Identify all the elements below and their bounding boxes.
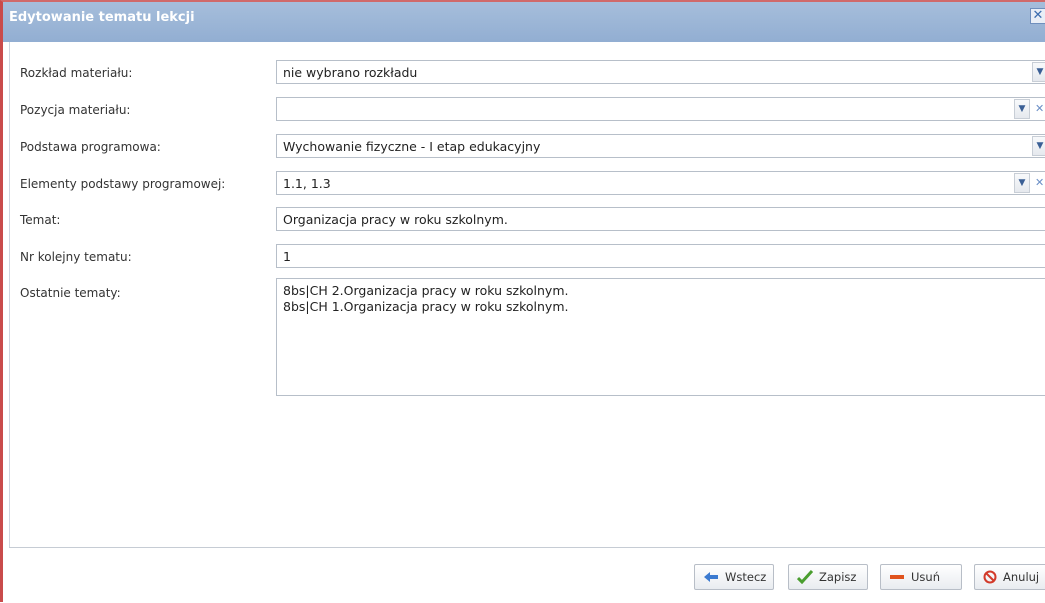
dialog-titlebar: Edytowanie tematu lekcji (3, 2, 1045, 42)
ostatnie-label: Ostatnie tematy: (20, 286, 121, 300)
elementy-label: Elementy podstawy programowej: (20, 177, 226, 191)
podstawa-label: Podstawa programowa: (20, 140, 161, 154)
delete-button[interactable]: Usuń (880, 564, 962, 590)
nr-input[interactable]: 1 (276, 244, 1045, 268)
pozycja-select[interactable] (276, 97, 1045, 121)
ostatnie-textarea[interactable]: 8bs|CH 2.Organizacja pracy w roku szkoln… (276, 278, 1045, 396)
rozklad-select[interactable]: nie wybrano rozkładu (276, 60, 1045, 84)
cancel-button[interactable]: Anuluj (974, 564, 1045, 590)
cancel-icon (983, 570, 997, 584)
close-icon[interactable]: ✕ (1030, 8, 1045, 24)
elementy-chevron-down-icon[interactable]: ▼ (1014, 173, 1030, 193)
back-button[interactable]: Wstecz (694, 564, 774, 590)
cancel-button-label: Anuluj (1003, 570, 1040, 584)
pozycja-label: Pozycja materiału: (20, 103, 131, 117)
rozklad-label: Rozkład materiału: (20, 66, 133, 80)
arrow-left-icon (703, 571, 719, 583)
nr-label: Nr kolejny tematu: (20, 250, 132, 264)
elementy-clear-icon[interactable]: ✕ (1035, 173, 1045, 193)
temat-input[interactable]: Organizacja pracy w roku szkolnym. (276, 207, 1045, 231)
checkmark-icon (797, 570, 813, 584)
podstawa-select[interactable]: Wychowanie fizyczne - I etap edukacyjny (276, 134, 1045, 158)
podstawa-chevron-down-icon[interactable]: ▼ (1032, 136, 1045, 156)
pozycja-chevron-down-icon[interactable]: ▼ (1014, 99, 1030, 119)
save-button-label: Zapisz (819, 570, 857, 584)
minus-icon (889, 573, 905, 581)
back-button-label: Wstecz (725, 570, 767, 584)
pozycja-clear-icon[interactable]: ✕ (1035, 99, 1045, 119)
ostatnie-line: 8bs|CH 1.Organizacja pracy w roku szkoln… (283, 299, 569, 314)
rozklad-chevron-down-icon[interactable]: ▼ (1032, 62, 1045, 82)
save-button[interactable]: Zapisz (788, 564, 868, 590)
temat-label: Temat: (20, 213, 61, 227)
delete-button-label: Usuń (911, 570, 940, 584)
ostatnie-line: 8bs|CH 2.Organizacja pracy w roku szkoln… (283, 283, 569, 298)
elementy-select[interactable]: 1.1, 1.3 (276, 171, 1045, 195)
dialog-title: Edytowanie tematu lekcji (9, 10, 195, 25)
